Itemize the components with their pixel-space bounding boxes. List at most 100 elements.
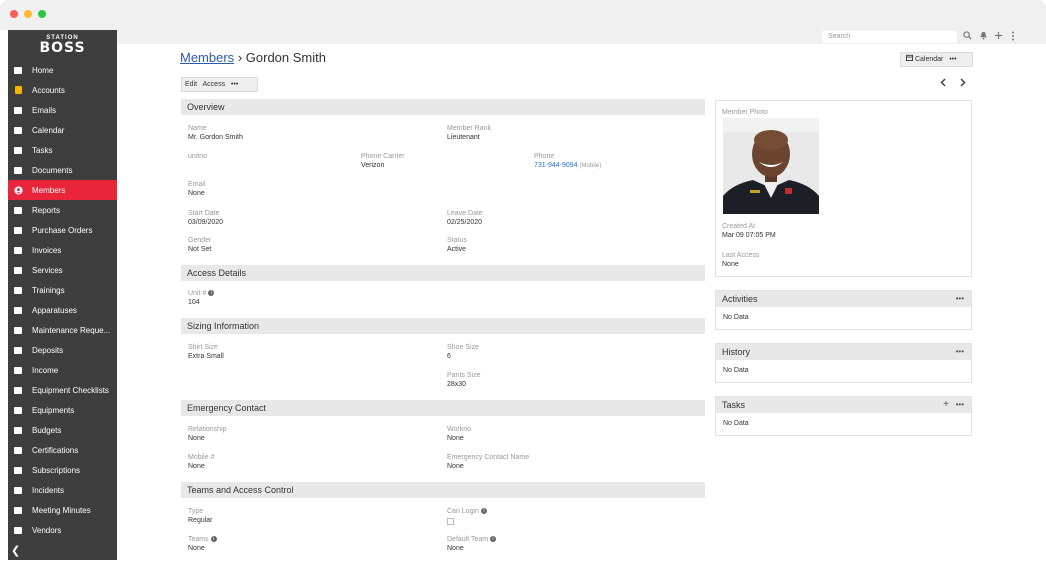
sidebar-item-label: Vendors — [32, 525, 62, 535]
add-task-button[interactable]: + — [943, 399, 949, 410]
chevron-left-icon — [940, 78, 946, 87]
shirt-size-label: Shirt Size — [188, 344, 218, 351]
more-actions-button[interactable]: ••• — [231, 81, 238, 88]
access-details-section-header: Access Details — [181, 265, 705, 281]
tools-icon — [13, 405, 23, 415]
activities-body: No Data — [723, 314, 749, 321]
calendar-icon — [13, 125, 23, 135]
edit-button[interactable]: Edit — [185, 81, 197, 88]
sidebar-item-emails[interactable]: Emails — [8, 100, 117, 120]
sidebar-item-label: Invoices — [32, 245, 62, 255]
member-rank-value: Lieutenant — [447, 134, 480, 141]
sidebar-item-tasks[interactable]: Tasks — [8, 140, 117, 160]
type-label: Type — [188, 508, 204, 515]
tasks-more-button[interactable]: ••• — [956, 400, 964, 409]
close-window-button[interactable] — [10, 10, 18, 18]
check-icon — [13, 385, 23, 395]
sidebar-item-calendar[interactable]: Calendar — [8, 120, 117, 140]
next-record-button[interactable] — [959, 76, 966, 90]
breadcrumb-members-link[interactable]: Members — [180, 50, 234, 65]
sidebar-item-label: Trainings — [32, 285, 65, 295]
teams-value: None — [188, 545, 205, 552]
activities-card: Activities ••• No Data — [715, 290, 972, 330]
sidebar-item-budgets[interactable]: Budgets — [8, 420, 117, 440]
envelope-icon — [13, 105, 23, 115]
workno-label: Workno — [447, 426, 471, 433]
sidebar-item-home[interactable]: Home — [8, 60, 117, 80]
calendar-more-button[interactable]: ••• — [949, 56, 956, 63]
search-icon[interactable] — [963, 31, 972, 43]
sidebar-item-purchase-orders[interactable]: Purchase Orders — [8, 220, 117, 240]
sidebar-item-accounts[interactable]: Accounts — [8, 80, 117, 100]
sidebar-item-label: Emails — [32, 105, 57, 115]
activities-title: Activities — [722, 294, 758, 304]
relationship-value: None — [188, 435, 205, 442]
mobile-label: Mobile # — [188, 454, 215, 461]
activities-more-button[interactable]: ••• — [956, 291, 964, 307]
last-access-value: None — [722, 261, 739, 268]
info-icon[interactable]: i — [208, 290, 215, 297]
vendor-icon — [13, 525, 23, 535]
sidebar-item-reports[interactable]: Reports — [8, 200, 117, 220]
training-icon — [13, 285, 23, 295]
default-team-value: None — [447, 545, 464, 552]
mobile-field: Mobile # None — [188, 453, 214, 471]
sidebar-item-label: Incidents — [32, 485, 65, 495]
shoe-size-field: Shoe Size 6 — [447, 343, 479, 361]
can-login-checkbox[interactable] — [447, 518, 454, 525]
info-icon[interactable]: i — [490, 536, 497, 543]
info-icon[interactable]: i — [480, 508, 487, 515]
bell-icon[interactable] — [979, 31, 988, 43]
gender-label: Gender — [188, 237, 212, 244]
created-at-value: Mar 09 07:05 PM — [722, 232, 776, 239]
sidebar-item-equipment-checklists[interactable]: Equipment Checklists — [8, 380, 117, 400]
sidebar-item-trainings[interactable]: Trainings — [8, 280, 117, 300]
member-photo[interactable] — [723, 118, 819, 214]
user-circle-icon — [13, 185, 23, 195]
station-boss-logo[interactable]: STATION BOSS — [8, 30, 117, 60]
sidebar-item-meeting-minutes[interactable]: Meeting Minutes — [8, 500, 117, 520]
sidebar-item-equipments[interactable]: Equipments — [8, 400, 117, 420]
sidebar-item-documents[interactable]: Documents — [8, 160, 117, 180]
maximize-window-button[interactable] — [38, 10, 46, 18]
sidebar-item-certifications[interactable]: Certifications — [8, 440, 117, 460]
calendar-button[interactable]: Calendar — [915, 56, 943, 63]
teams-label: Teams — [188, 536, 209, 543]
sidebar-item-services[interactable]: Services — [8, 260, 117, 280]
accounts-icon — [13, 85, 23, 95]
search-input[interactable]: Search — [822, 31, 957, 43]
start-date-label: Start Date — [188, 210, 220, 217]
sidebar-item-incidents[interactable]: Incidents — [8, 480, 117, 500]
invoice-icon — [13, 245, 23, 255]
previous-record-button[interactable] — [940, 76, 947, 90]
sidebar-item-deposits[interactable]: Deposits — [8, 340, 117, 360]
page-title: Members › Gordon Smith — [180, 50, 326, 65]
more-vertical-icon[interactable] — [1011, 31, 1015, 44]
start-date-value: 03/09/2020 — [188, 219, 224, 226]
sidebar-item-vendors[interactable]: Vendors — [8, 520, 117, 540]
type-field: Type Regular — [188, 507, 213, 525]
emergency-contact-name-value: None — [447, 463, 464, 470]
sidebar-item-label: Meeting Minutes — [32, 505, 91, 515]
app-window: STATION BOSS Home Accounts Emails Calendar T… — [0, 0, 1046, 572]
file-icon — [13, 225, 23, 235]
sidebar-item-label: Equipments — [32, 405, 75, 415]
sidebar-item-label: Tasks — [32, 145, 53, 155]
sidebar-item-members[interactable]: Members — [8, 180, 117, 200]
sidebar-item-income[interactable]: Income — [8, 360, 117, 380]
phone-link[interactable]: 731-944-9094 — [534, 162, 578, 169]
access-button[interactable]: Access — [203, 81, 226, 88]
sidebar-item-maintenance-reque[interactable]: Maintenance Reque... — [8, 320, 117, 340]
tasks-body: No Data — [723, 420, 749, 427]
info-icon[interactable]: i — [210, 536, 217, 543]
sidebar-item-subscriptions[interactable]: Subscriptions — [8, 460, 117, 480]
history-more-button[interactable]: ••• — [956, 344, 964, 360]
sidebar-item-invoices[interactable]: Invoices — [8, 240, 117, 260]
sidebar-item-label: Purchase Orders — [32, 225, 93, 235]
sidebar-item-apparatuses[interactable]: Apparatuses — [8, 300, 117, 320]
plus-icon[interactable] — [994, 31, 1003, 43]
collapse-sidebar-button[interactable]: ❮ — [8, 542, 117, 560]
last-access-label: Last Access — [722, 252, 760, 259]
history-card: History ••• No Data — [715, 343, 972, 383]
minimize-window-button[interactable] — [24, 10, 32, 18]
